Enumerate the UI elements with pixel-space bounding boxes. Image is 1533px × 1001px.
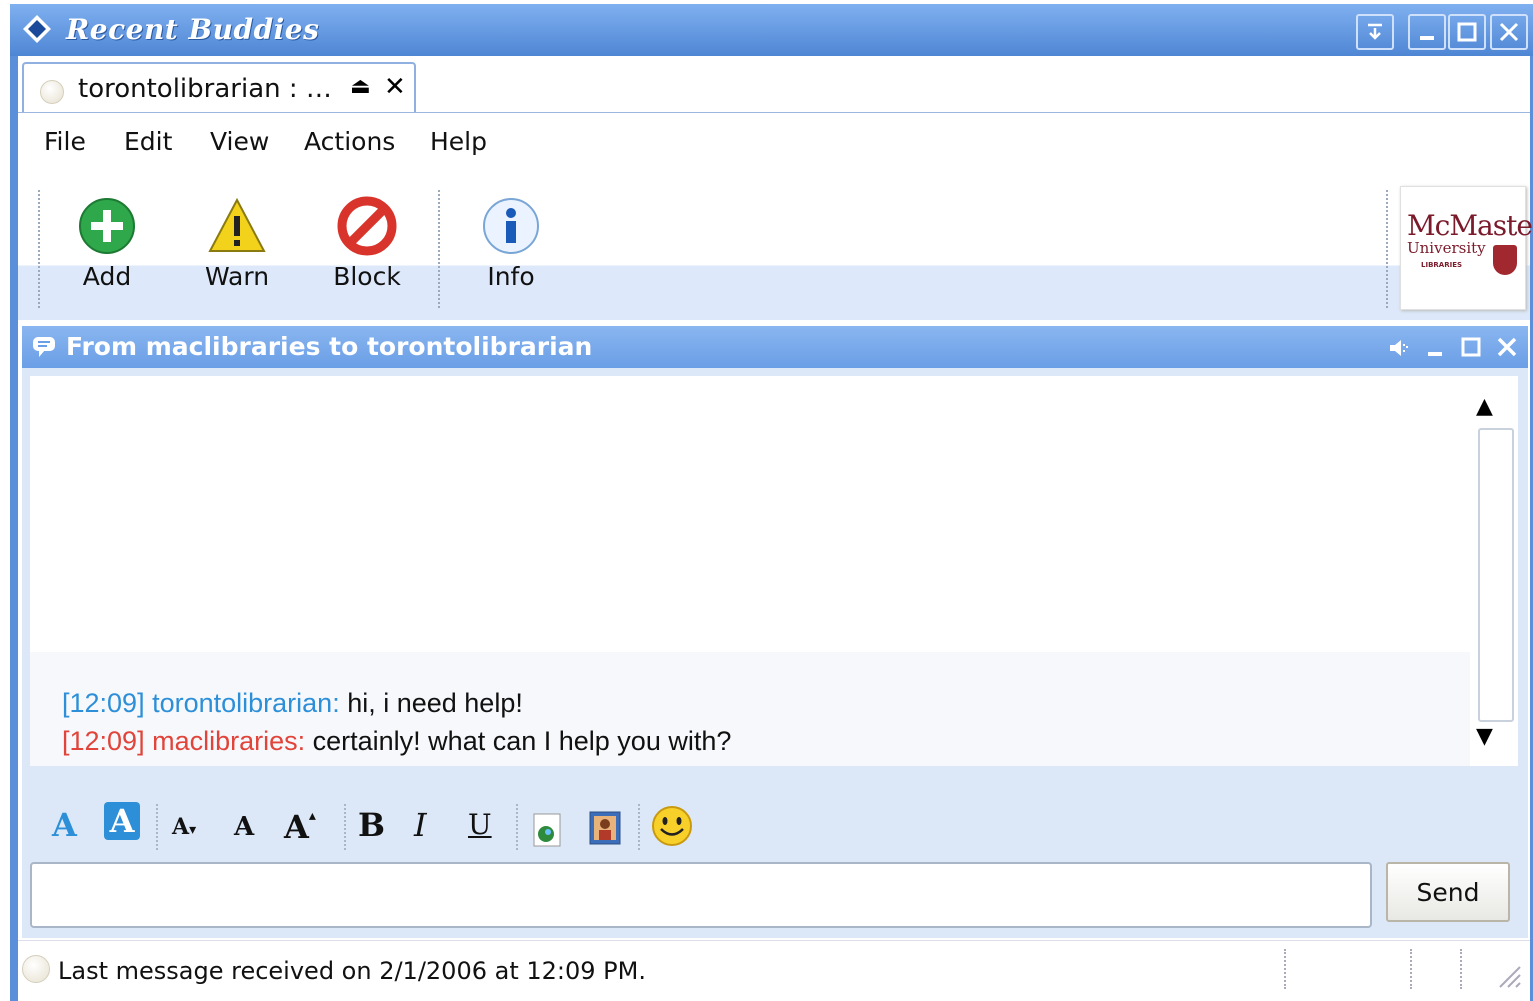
message-timestamp: [12:09] [62, 688, 145, 718]
block-label: Block [333, 262, 401, 291]
message-sender: maclibraries: [152, 726, 306, 756]
window-title: Recent Buddies [66, 13, 320, 46]
chat-transcript[interactable]: [12:09] torontolibrarian: hi, i need hel… [30, 376, 1518, 766]
scroll-down-icon[interactable]: ▼ [1476, 724, 1493, 749]
crest-icon [1493, 245, 1517, 275]
larger-font-button[interactable]: A▴ [284, 808, 316, 846]
status-separator [1460, 949, 1462, 989]
minimize-button[interactable] [1408, 14, 1446, 50]
close-icon [1499, 22, 1519, 42]
maximize-icon [1457, 22, 1477, 42]
block-icon [337, 196, 397, 256]
tab-label: torontolibrarian : … [78, 74, 332, 104]
message-timestamp: [12:09] [62, 726, 145, 756]
panel-close-icon[interactable] [1496, 336, 1518, 358]
close-window-button[interactable] [1490, 14, 1528, 50]
scrollbar[interactable] [1478, 428, 1514, 722]
status-separator [1410, 949, 1412, 989]
menu-file[interactable]: File [44, 127, 86, 156]
insert-link-icon[interactable] [530, 812, 564, 848]
toolbar-separator [38, 190, 40, 308]
speaker-icon[interactable] [1388, 338, 1410, 358]
add-label: Add [82, 262, 132, 291]
bold-button[interactable]: B [358, 806, 385, 844]
buddy-status-icon [40, 80, 64, 104]
tab-torontolibrarian[interactable]: torontolibrarian : … ⏏ ✕ [22, 62, 416, 112]
message-input[interactable] [30, 862, 1372, 928]
resize-grip-icon[interactable] [1496, 963, 1522, 989]
logo-subtitle: University [1407, 239, 1486, 257]
format-separator [516, 804, 518, 850]
info-button[interactable]: Info [466, 196, 556, 291]
info-icon [483, 198, 539, 254]
message-line: [12:09] maclibraries: certainly! what ca… [62, 726, 731, 757]
larger-font-label: A [284, 808, 309, 846]
add-button[interactable]: Add [62, 196, 152, 291]
warn-label: Warn [204, 262, 270, 291]
insert-picture-icon[interactable] [588, 810, 622, 846]
format-toolbar: A A A▾ A A▴ B I U Send [22, 776, 1528, 938]
status-bar: Last message received on 2/1/2006 at 12:… [18, 940, 1530, 1001]
smaller-font-label: A [172, 814, 190, 840]
down-arrow-icon [1368, 23, 1382, 40]
message-line: [12:09] torontolibrarian: hi, i need hel… [62, 688, 523, 719]
smaller-font-button[interactable]: A▾ [172, 814, 196, 840]
italic-button[interactable]: I [414, 806, 427, 844]
logo-libraries: LIBRARIES [1421, 261, 1463, 269]
aim-diamond-icon [23, 15, 51, 43]
send-button[interactable]: Send [1386, 862, 1510, 922]
format-separator [344, 804, 346, 850]
conversation-panel: From maclibraries to torontolibrarian [1… [22, 326, 1528, 938]
window-body: torontolibrarian : … ⏏ ✕ File Edit View … [18, 56, 1533, 1001]
close-tab-icon[interactable]: ✕ [384, 72, 406, 102]
warning-icon [208, 197, 266, 252]
mcmaster-libraries-logo: McMaster University LIBRARIES [1400, 186, 1533, 310]
menu-edit[interactable]: Edit [124, 127, 172, 156]
tab-strip: torontolibrarian : … ⏏ ✕ [18, 56, 1530, 113]
menu-help[interactable]: Help [430, 127, 487, 156]
format-separator [638, 804, 640, 850]
status-icon [22, 955, 50, 983]
menu-view[interactable]: View [210, 127, 269, 156]
text-color-button[interactable]: A [52, 806, 77, 844]
format-separator [156, 804, 158, 850]
toolbar-separator [438, 190, 440, 308]
info-label: Info [487, 262, 535, 291]
panel-minimize-icon[interactable] [1426, 338, 1446, 358]
add-icon [79, 198, 135, 254]
underline-button[interactable]: U [468, 808, 492, 841]
maximize-button[interactable] [1448, 14, 1486, 50]
chat-bubble-icon [33, 337, 55, 357]
normal-font-button[interactable]: A [234, 812, 254, 842]
toolbar: Add Warn Block Info McMaster University … [18, 184, 1533, 320]
message-text: hi, i need help! [339, 688, 523, 718]
menu-bar: File Edit View Actions Help [18, 113, 1530, 171]
background-color-button[interactable]: A [104, 802, 140, 840]
minimize-icon [1420, 36, 1434, 40]
message-sender: torontolibrarian: [152, 688, 340, 718]
conversation-title: From maclibraries to torontolibrarian [66, 332, 593, 361]
status-text: Last message received on 2/1/2006 at 12:… [58, 957, 646, 985]
warn-button[interactable]: Warn [192, 196, 282, 291]
im-window: Recent Buddies torontolibrarian : … ⏏ ✕ … [10, 4, 1533, 1001]
eject-icon[interactable]: ⏏ [350, 74, 371, 99]
block-button[interactable]: Block [322, 196, 412, 291]
panel-maximize-icon[interactable] [1460, 336, 1482, 358]
toolbar-separator [1386, 190, 1388, 308]
menu-actions[interactable]: Actions [304, 127, 395, 156]
window-menu-button[interactable] [1356, 14, 1394, 50]
scroll-up-icon[interactable]: ▲ [1476, 394, 1493, 419]
title-bar[interactable]: Recent Buddies [10, 4, 1533, 56]
smiley-icon[interactable] [650, 804, 694, 848]
conversation-header: From maclibraries to torontolibrarian [22, 326, 1528, 368]
message-text: certainly! what can I help you with? [305, 726, 732, 756]
logo-title: McMaster [1407, 209, 1533, 242]
status-separator [1284, 949, 1286, 989]
